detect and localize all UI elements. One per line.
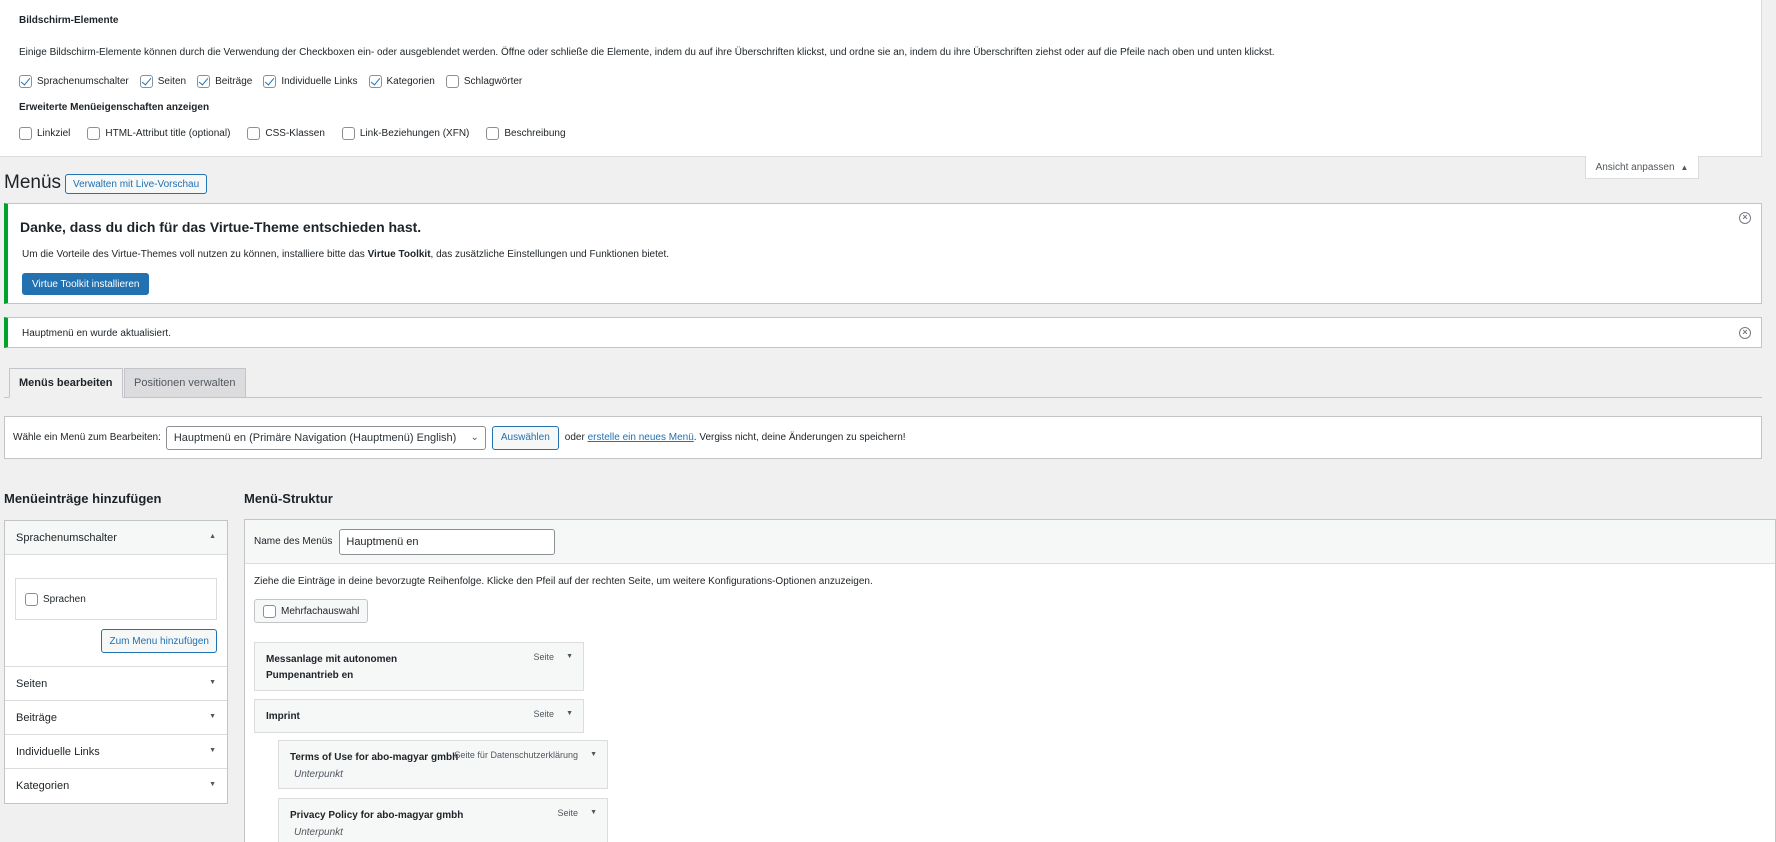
checkbox-checked[interactable] [263,75,277,88]
panel-sprachenumschalter-body: Sprachen Zum Menu hinzufügen [5,555,227,667]
panel-individuelle-links[interactable]: Individuelle Links ▼ [5,735,227,769]
menu-item-subitem-label: Unterpunkt [294,827,343,838]
panel-seiten[interactable]: Seiten ▼ [5,667,227,701]
install-toolkit-button[interactable]: Virtue Toolkit installieren [22,273,150,295]
screen-options-toggle[interactable]: Ansicht anpassen ▲ [1585,156,1699,179]
triangle-down-icon: ▼ [209,781,216,788]
create-menu-link[interactable]: erstelle ein neues Menü [588,432,694,443]
panel-kategorien[interactable]: Kategorien ▼ [5,769,227,803]
theme-notice-text: Um die Vorteile des Virtue-Themes voll n… [22,249,670,260]
triangle-up-icon: ▲ [209,533,216,540]
updated-notice-text: Hauptmenü en wurde aktualisiert. [22,328,171,339]
screen-options-title: Bildschirm-Elemente [19,15,119,26]
triangle-down-icon[interactable]: ▼ [566,710,573,717]
box-schlagwoerter[interactable]: Schlagwörter [445,75,522,88]
drag-instructions: Ziehe die Einträge in deine bevorzugte R… [254,576,873,587]
box-kategorien[interactable]: Kategorien [368,75,435,88]
box-sprachenumschalter[interactable]: Sprachenumschalter [19,75,129,88]
advanced-boxes-row: Linkziel HTML-Attribut title (optional) … [19,127,577,140]
menu-select[interactable]: Hauptmenü en (Primäre Navigation (Hauptm… [165,425,486,450]
menu-select-bar: Wähle ein Menü zum Bearbeiten: Hauptmenü… [4,416,1762,459]
panel-sprachenumschalter[interactable]: Sprachenumschalter ▲ [5,521,227,555]
add-items-title: Menüeinträge hinzufügen [4,491,162,506]
screen-boxes-row: Sprachenumschalter Seiten Beiträge Indiv… [19,75,533,88]
select-menu-button[interactable]: Auswählen [491,425,559,450]
adv-linkziel[interactable]: Linkziel [19,127,70,140]
menu-item-type: Seite [533,652,554,662]
triangle-down-icon: ▼ [209,747,216,754]
tab-manage-locations[interactable]: Positionen verwalten [124,368,246,398]
checkbox-unchecked[interactable] [19,127,32,140]
checkbox-unchecked[interactable] [87,127,101,140]
menu-item-title: Terms of Use for abo-magyar gmbh [290,752,459,763]
checkbox-unchecked[interactable] [263,604,276,618]
add-to-menu-button[interactable]: Zum Menu hinzufügen [101,629,217,653]
add-items-accordion: Sprachenumschalter ▲ Sprachen Zum Menu hi… [4,520,228,804]
menu-name-row: Name des Menüs Hauptmenü en [245,520,1775,564]
adv-xfn[interactable]: Link-Beziehungen (XFN) [341,127,469,140]
adv-css-classes[interactable]: CSS-Klassen [247,127,325,140]
panel-beitraege[interactable]: Beiträge ▼ [5,701,227,735]
checkbox-checked[interactable] [368,75,382,88]
dismiss-icon[interactable]: × [1739,327,1751,339]
menu-item-title: Privacy Policy for abo-magyar gmbh [290,810,464,821]
bulk-select-button[interactable]: Mehrfachauswahl [254,599,369,623]
adv-description[interactable]: Beschreibung [486,127,566,140]
box-individuelle-links[interactable]: Individuelle Links [263,75,358,88]
live-preview-button[interactable]: Verwalten mit Live-Vorschau [65,174,208,194]
triangle-down-icon[interactable]: ▼ [566,653,573,660]
menu-item[interactable]: Terms of Use for abo-magyar gmbh Seite f… [278,740,608,789]
screen-options-panel: Bildschirm-Elemente Einige Bildschirm-El… [0,0,1762,157]
checkbox-unchecked[interactable] [25,592,38,606]
menu-item[interactable]: Messanlage mit autonomen Pumpenantrieb en… [254,642,584,691]
menu-structure-title: Menü-Struktur [244,491,333,506]
tabs-divider [4,397,1762,398]
dismiss-icon[interactable]: × [1739,212,1751,224]
adv-html-title[interactable]: HTML-Attribut title (optional) [87,127,230,140]
triangle-down-icon: ▼ [209,679,216,686]
menu-name-input[interactable]: Hauptmenü en [339,528,556,555]
language-option-box: Sprachen [15,578,217,620]
checkbox-checked[interactable] [139,75,153,88]
tab-edit-menus[interactable]: Menüs bearbeiten [9,368,123,398]
menu-item-title: Imprint [266,711,300,722]
triangle-up-icon: ▲ [1680,162,1689,172]
checkbox-checked[interactable] [197,75,211,88]
page-title: Menüs [4,172,62,193]
checkbox-checked[interactable] [19,75,32,88]
chevron-down-icon: ⌄ [470,431,479,443]
checkbox-unchecked[interactable] [486,127,500,140]
theme-notice: Danke, dass du dich für das Virtue-Theme… [4,203,1762,304]
menu-item[interactable]: Imprint Seite ▼ [254,699,584,733]
menu-name-label: Name des Menüs [254,536,333,547]
menu-select-label: Wähle ein Menü zum Bearbeiten: [13,432,161,443]
menu-item-type: Seite [533,709,554,719]
box-seiten[interactable]: Seiten [139,75,186,88]
checkbox-unchecked[interactable] [445,75,459,88]
triangle-down-icon: ▼ [209,713,216,720]
advanced-properties-title: Erweiterte Menüeigenschaften anzeigen [19,102,210,113]
menu-item-type: Seite für Datenschutzerklärung [454,750,578,760]
option-sprachen[interactable]: Sprachen [25,592,86,606]
menu-item-subitem-label: Unterpunkt [294,769,343,780]
triangle-down-icon[interactable]: ▼ [590,751,597,758]
menu-item-type: Seite [557,808,578,818]
menu-item-title: Messanlage mit autonomen Pumpenantrieb en [266,654,398,681]
updated-notice: Hauptmenü en wurde aktualisiert. × [4,317,1762,348]
checkbox-unchecked[interactable] [341,127,355,140]
theme-notice-heading: Danke, dass du dich für das Virtue-Theme… [20,219,422,235]
screen-options-description: Einige Bildschirm-Elemente können durch … [19,47,1275,58]
checkbox-unchecked[interactable] [247,127,261,140]
box-beitraege[interactable]: Beiträge [197,75,252,88]
menu-item[interactable]: Privacy Policy for abo-magyar gmbh Seite… [278,798,608,842]
menu-structure-panel: Name des Menüs Hauptmenü en Ziehe die Ei… [244,519,1776,842]
triangle-down-icon[interactable]: ▼ [590,809,597,816]
